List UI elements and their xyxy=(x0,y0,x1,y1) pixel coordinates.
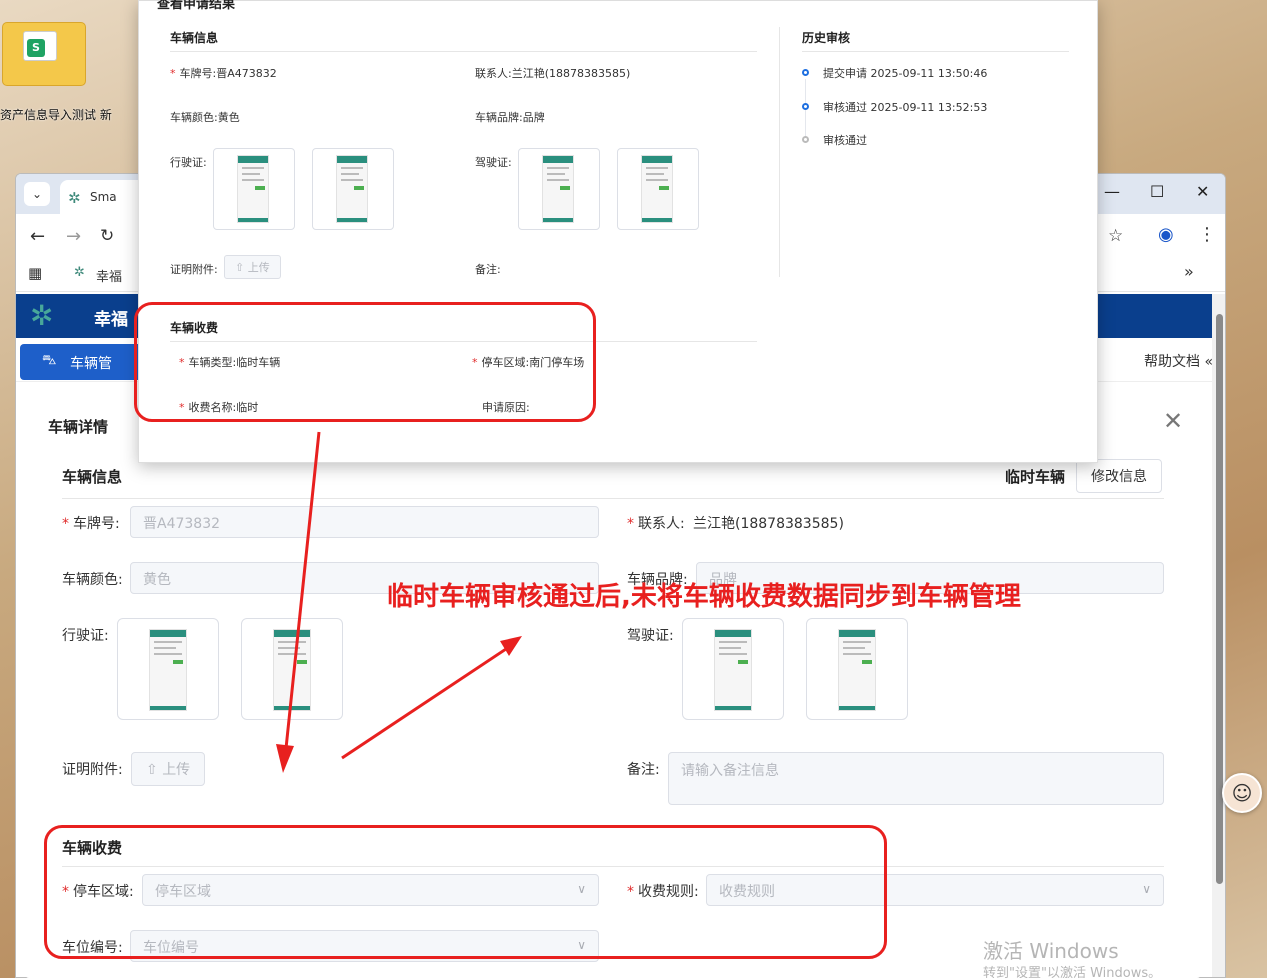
arrow-down-line xyxy=(283,431,321,759)
annotation-arrows xyxy=(276,431,522,773)
assistant-avatar[interactable]: ☺ xyxy=(1222,773,1262,813)
arrow-up-head xyxy=(500,636,522,656)
arrow-up-line xyxy=(341,643,513,760)
avatar-face-icon: ☺ xyxy=(1231,781,1253,805)
activation-watermark-title: 激活 Windows xyxy=(983,939,1119,963)
activation-watermark-subtitle: 转到"设置"以激活 Windows。 xyxy=(983,966,1162,978)
annotation-text: 临时车辆审核通过后,未将车辆收费数据同步到车辆管理 xyxy=(387,582,1021,612)
arrow-down-head xyxy=(276,744,294,773)
